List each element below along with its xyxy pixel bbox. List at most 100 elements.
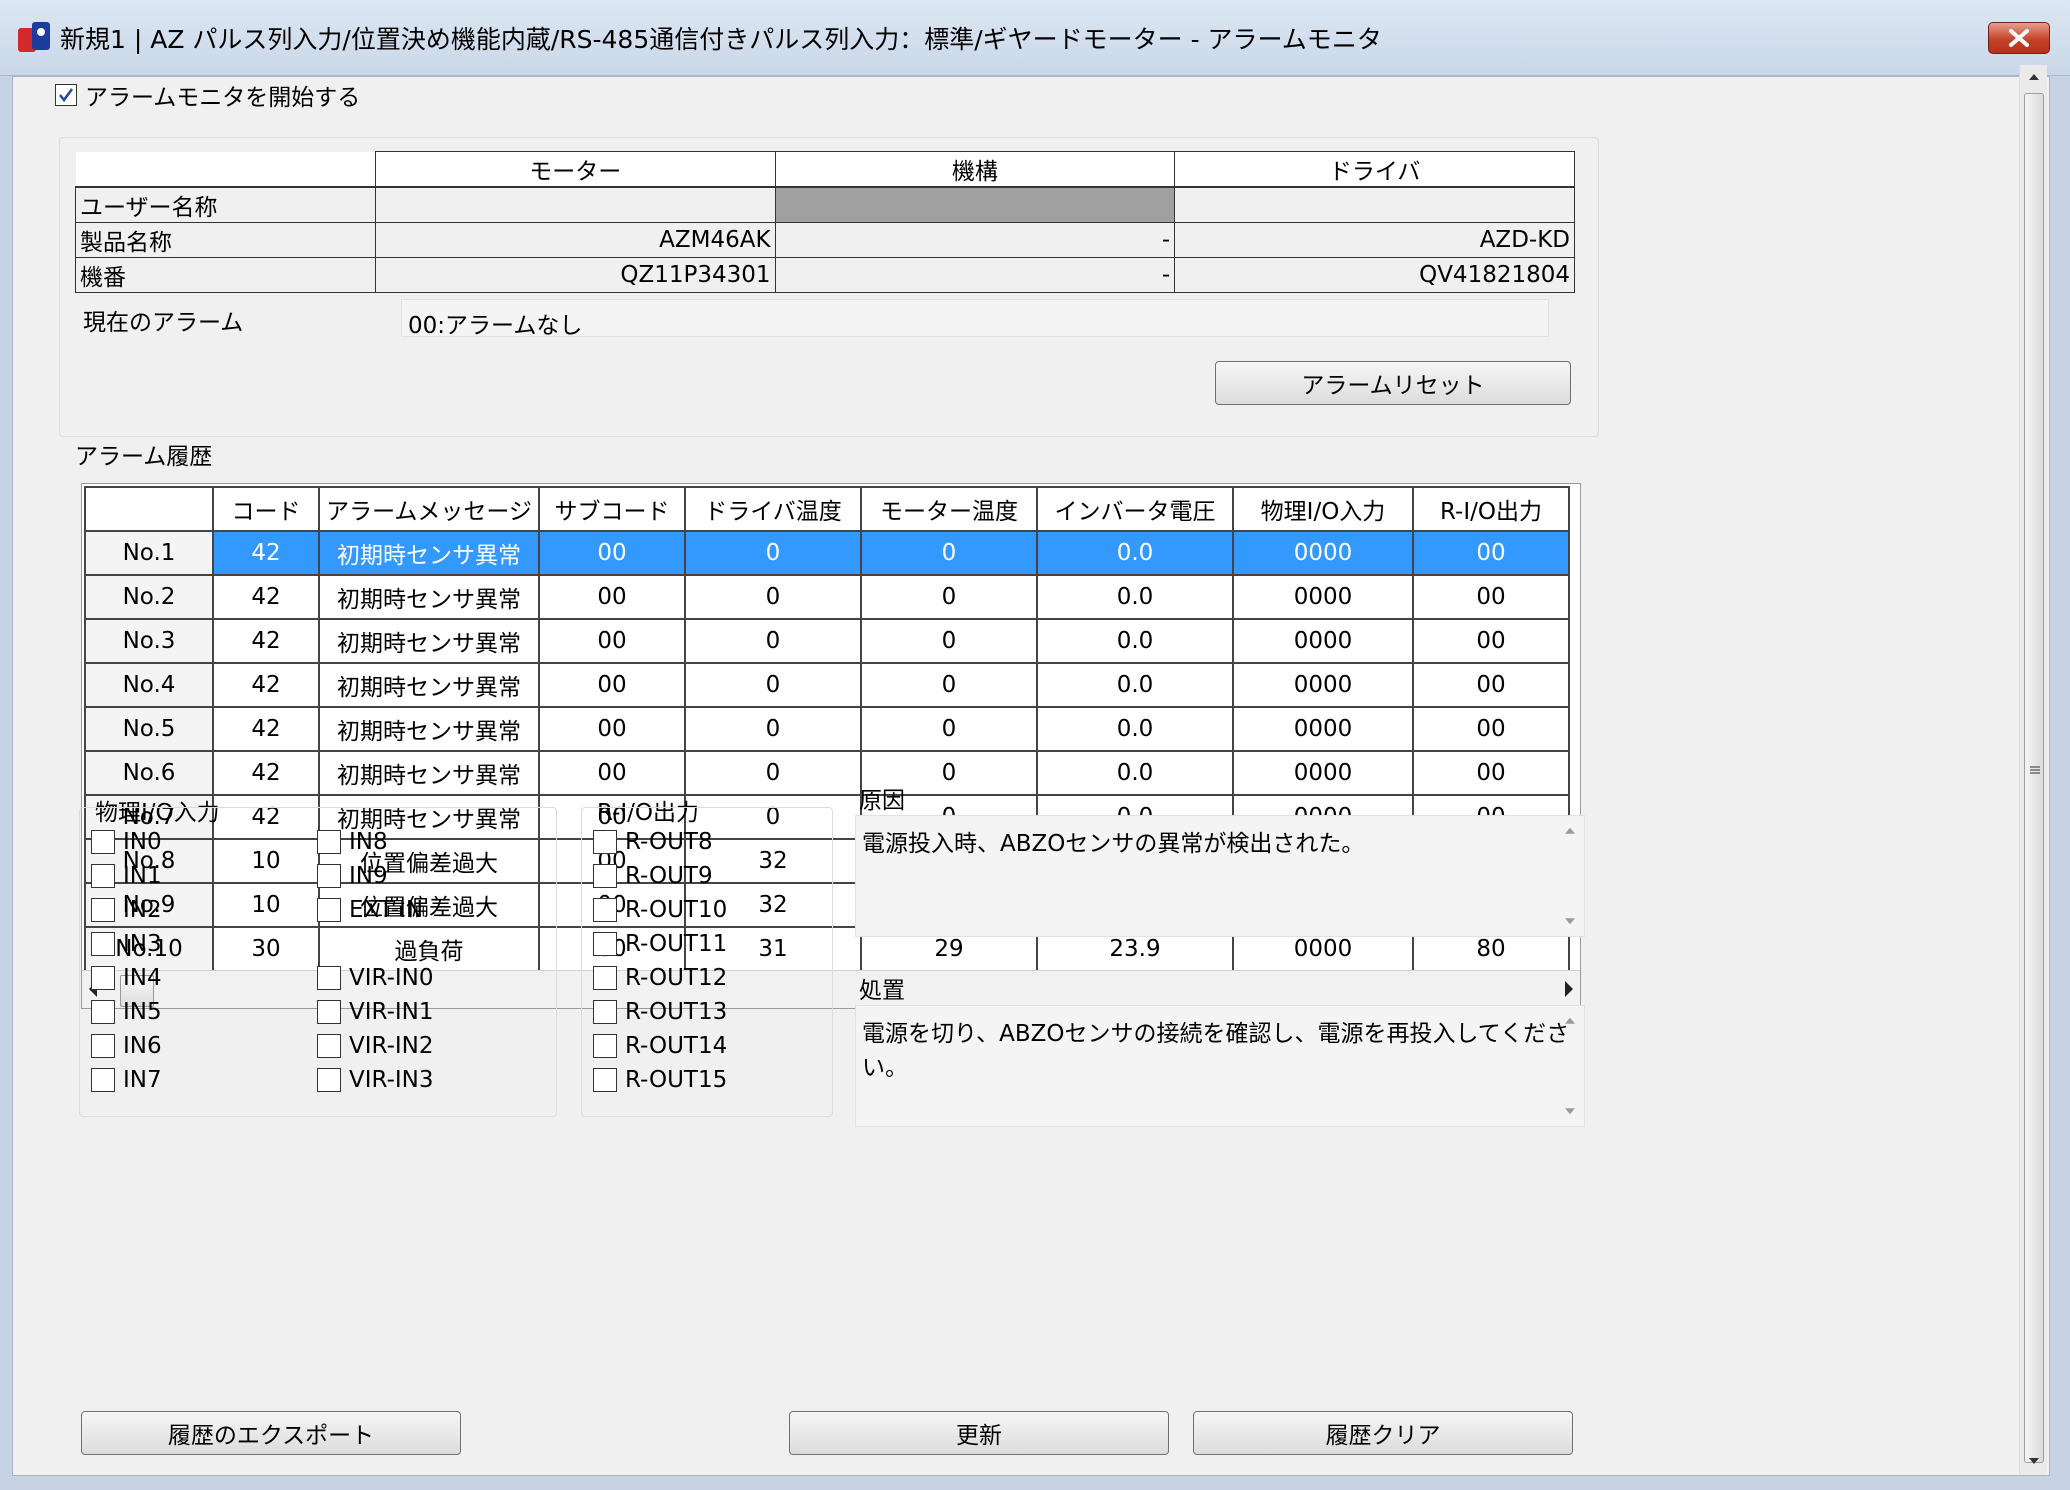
- grid-cell[interactable]: 00: [538, 618, 686, 664]
- col-driver-temp[interactable]: ドライバ温度: [684, 486, 862, 532]
- rio-r-out12[interactable]: R-OUT12: [593, 965, 727, 991]
- col-sub-code[interactable]: サブコード: [538, 486, 686, 532]
- checkbox[interactable]: [317, 1034, 341, 1058]
- grid-cell[interactable]: 初期時センサ異常: [318, 618, 540, 664]
- grid-cell[interactable]: 0: [684, 530, 862, 576]
- table-row[interactable]: No.1 42 初期時センサ異常 00 0 0 0.0 0000 00: [84, 530, 1570, 576]
- checkbox[interactable]: [593, 898, 617, 922]
- checkbox[interactable]: [317, 966, 341, 990]
- rio-r-out9[interactable]: R-OUT9: [593, 863, 713, 889]
- row-number[interactable]: No.6: [84, 750, 214, 796]
- clear-history-button[interactable]: 履歴クリア: [1193, 1411, 1573, 1455]
- grid-cell[interactable]: 0.0: [1036, 618, 1234, 664]
- grid-cell[interactable]: 0.0: [1036, 706, 1234, 752]
- checkbox[interactable]: [593, 830, 617, 854]
- cause-scrollbar[interactable]: [1556, 816, 1584, 936]
- checkbox[interactable]: [593, 1000, 617, 1024]
- grid-cell[interactable]: 0.0: [1036, 662, 1234, 708]
- pio-in3[interactable]: IN3: [91, 931, 162, 957]
- pio-in7[interactable]: IN7: [91, 1067, 162, 1093]
- grid-cell[interactable]: 42: [212, 662, 320, 708]
- checkbox[interactable]: [91, 1000, 115, 1024]
- grid-cell[interactable]: 初期時センサ異常: [318, 574, 540, 620]
- pio-vir-in3[interactable]: VIR-IN3: [317, 1067, 434, 1093]
- grid-cell[interactable]: 0: [684, 618, 862, 664]
- checkbox[interactable]: [91, 1068, 115, 1092]
- alarm-reset-button[interactable]: アラームリセット: [1215, 361, 1571, 405]
- pio-vir-in2[interactable]: VIR-IN2: [317, 1033, 434, 1059]
- col-physical-io[interactable]: 物理I/O入力: [1232, 486, 1414, 532]
- grid-cell[interactable]: 初期時センサ異常: [318, 706, 540, 752]
- checkbox[interactable]: [91, 830, 115, 854]
- checkbox[interactable]: [91, 966, 115, 990]
- grid-cell[interactable]: 0: [684, 750, 862, 796]
- grid-cell[interactable]: 0: [860, 530, 1038, 576]
- rio-r-out13[interactable]: R-OUT13: [593, 999, 727, 1025]
- checkbox[interactable]: [593, 966, 617, 990]
- action-scrollbar[interactable]: [1556, 1006, 1584, 1126]
- table-row[interactable]: No.2 42 初期時センサ異常 00 0 0 0.0 0000 00: [84, 574, 1570, 620]
- grid-cell[interactable]: 0000: [1232, 706, 1414, 752]
- pio-in0[interactable]: IN0: [91, 829, 162, 855]
- grid-cell[interactable]: 0.0: [1036, 574, 1234, 620]
- row-number[interactable]: No.5: [84, 706, 214, 752]
- col-code[interactable]: コード: [212, 486, 320, 532]
- checkbox[interactable]: [593, 1034, 617, 1058]
- grid-cell[interactable]: 初期時センサ異常: [318, 662, 540, 708]
- checkbox[interactable]: [317, 864, 341, 888]
- grid-cell[interactable]: 00: [1412, 618, 1570, 664]
- col-motor-temp[interactable]: モーター温度: [860, 486, 1038, 532]
- scroll-right-icon[interactable]: [1562, 979, 1576, 999]
- col-rio-output[interactable]: R-I/O出力: [1412, 486, 1570, 532]
- pio-in1[interactable]: IN1: [91, 863, 162, 889]
- table-row[interactable]: No.4 42 初期時センサ異常 00 0 0 0.0 0000 00: [84, 662, 1570, 708]
- checkbox[interactable]: [317, 1000, 341, 1024]
- grid-cell[interactable]: 00: [1412, 574, 1570, 620]
- pio-in5[interactable]: IN5: [91, 999, 162, 1025]
- rio-r-out8[interactable]: R-OUT8: [593, 829, 713, 855]
- row-number[interactable]: No.1: [84, 530, 214, 576]
- action-textbox[interactable]: 電源を切り、ABZOセンサの接続を確認し、電源を再投入してください。: [855, 1005, 1585, 1127]
- grid-cell[interactable]: 00: [538, 530, 686, 576]
- grid-cell[interactable]: 0: [860, 574, 1038, 620]
- pio-ext-in[interactable]: EXT-IN: [317, 897, 423, 923]
- grid-cell[interactable]: 0000: [1232, 574, 1414, 620]
- pio-in6[interactable]: IN6: [91, 1033, 162, 1059]
- grid-cell[interactable]: 0000: [1232, 662, 1414, 708]
- table-row[interactable]: No.5 42 初期時センサ異常 00 0 0 0.0 0000 00: [84, 706, 1570, 752]
- window-vertical-scrollbar[interactable]: [2019, 65, 2047, 1475]
- rio-r-out10[interactable]: R-OUT10: [593, 897, 727, 923]
- pio-vir-in1[interactable]: VIR-IN1: [317, 999, 434, 1025]
- checkbox[interactable]: [317, 1068, 341, 1092]
- grid-cell[interactable]: 00: [538, 750, 686, 796]
- grid-cell[interactable]: 0000: [1232, 618, 1414, 664]
- grid-cell[interactable]: 0: [860, 706, 1038, 752]
- rio-r-out14[interactable]: R-OUT14: [593, 1033, 727, 1059]
- checkbox[interactable]: [91, 898, 115, 922]
- rio-r-out11[interactable]: R-OUT11: [593, 931, 727, 957]
- checkbox[interactable]: [91, 1034, 115, 1058]
- pio-vir-in0[interactable]: VIR-IN0: [317, 965, 434, 991]
- grid-cell[interactable]: 0.0: [1036, 750, 1234, 796]
- col-inverter-voltage[interactable]: インバータ電圧: [1036, 486, 1234, 532]
- table-row[interactable]: No.3 42 初期時センサ異常 00 0 0 0.0 0000 00: [84, 618, 1570, 664]
- checkbox[interactable]: [317, 898, 341, 922]
- grid-cell[interactable]: 00: [1412, 662, 1570, 708]
- grid-cell[interactable]: 00: [538, 662, 686, 708]
- grid-cell[interactable]: 00: [538, 706, 686, 752]
- grid-cell[interactable]: 00: [1412, 706, 1570, 752]
- row-number[interactable]: No.2: [84, 574, 214, 620]
- grid-cell[interactable]: 00: [538, 574, 686, 620]
- grid-cell[interactable]: 42: [212, 750, 320, 796]
- refresh-button[interactable]: 更新: [789, 1411, 1169, 1455]
- pio-in2[interactable]: IN2: [91, 897, 162, 923]
- close-button[interactable]: [1988, 22, 2050, 54]
- monitor-start-row[interactable]: アラームモニタを開始する: [55, 77, 360, 113]
- grid-cell[interactable]: 00: [1412, 750, 1570, 796]
- checkbox[interactable]: [91, 932, 115, 956]
- table-row[interactable]: No.6 42 初期時センサ異常 00 0 0 0.0 0000 00: [84, 750, 1570, 796]
- pio-in8[interactable]: IN8: [317, 829, 388, 855]
- rio-r-out15[interactable]: R-OUT15: [593, 1067, 727, 1093]
- pio-in4[interactable]: IN4: [91, 965, 162, 991]
- grid-cell[interactable]: 42: [212, 574, 320, 620]
